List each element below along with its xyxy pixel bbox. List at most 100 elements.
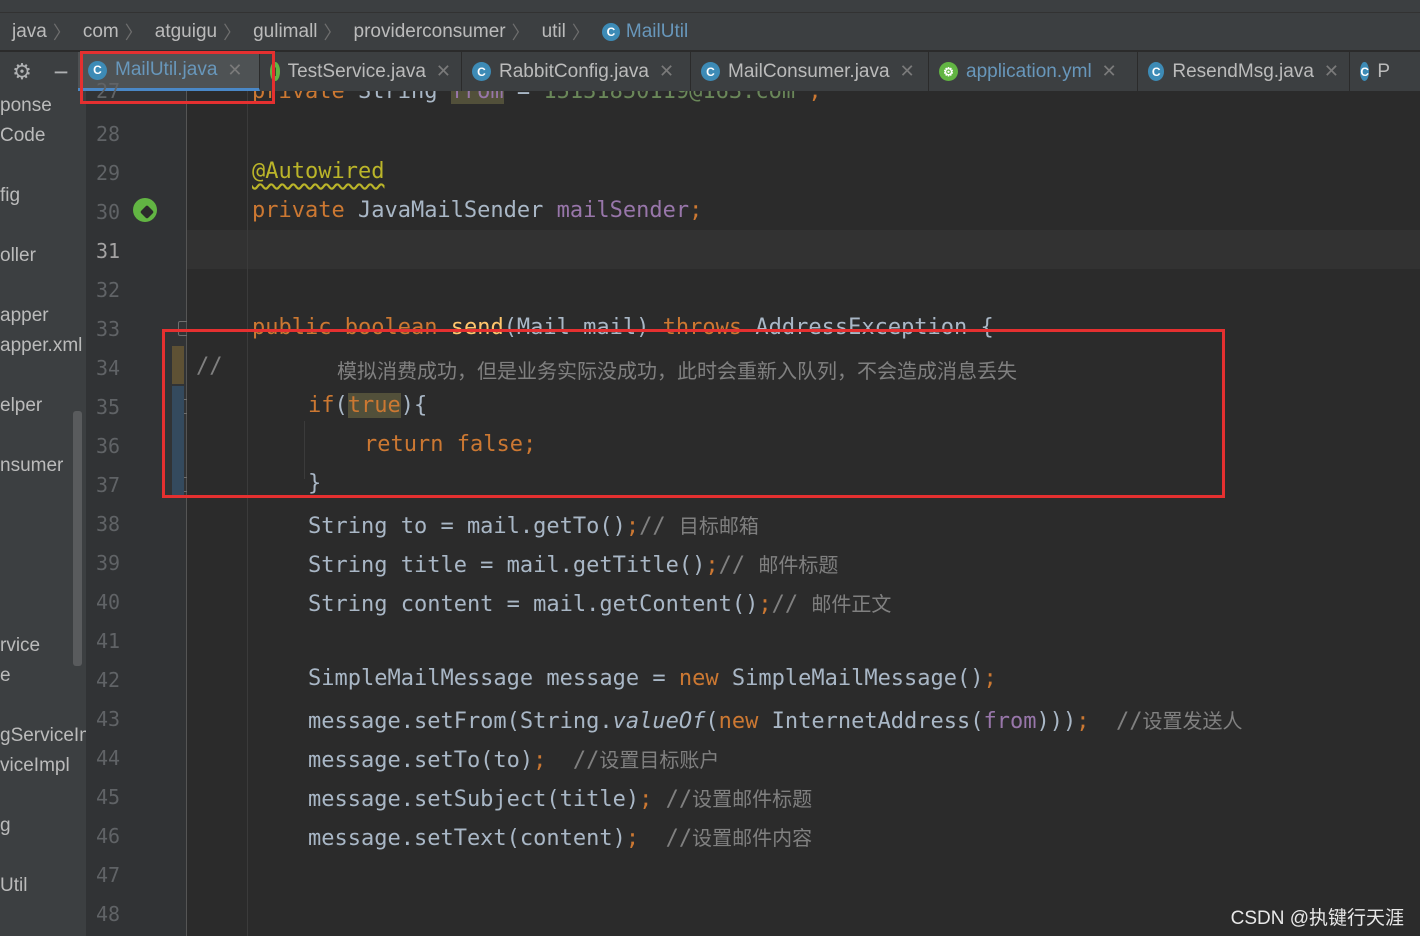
tree-item[interactable]: nsumer (0, 455, 63, 477)
breadcrumb-item[interactable]: java (0, 21, 53, 43)
close-icon[interactable]: ✕ (1102, 61, 1117, 82)
code-token: ; (625, 826, 640, 851)
comment-token: 设置目标账户 (599, 748, 720, 772)
code-token: mailSender (556, 198, 690, 223)
class-icon: C (701, 62, 720, 81)
tree-item[interactable]: g (0, 815, 11, 837)
comment-token: // (639, 826, 693, 851)
comment-token: 设置邮件标题 (692, 787, 813, 811)
code-editor[interactable]: private String from ="15131850119@163.co… (187, 91, 1420, 936)
tab-overflow[interactable]: C P (1350, 52, 1400, 91)
chevron-right-icon: 〉 (223, 22, 242, 43)
comment-token: // (546, 748, 600, 773)
tree-item[interactable]: Util (0, 875, 27, 897)
tree-item[interactable]: Code (0, 125, 45, 147)
project-tool-window: ponse Code fig oller apper apper.xml elp… (0, 91, 86, 936)
chevron-right-icon: 〉 (52, 22, 71, 43)
indent-guide (247, 91, 248, 936)
tab-label: RabbitConfig.java (499, 60, 649, 82)
tree-item[interactable]: apper (0, 305, 49, 327)
tree-item[interactable]: apper.xml (0, 335, 82, 357)
close-icon[interactable]: ✕ (1324, 61, 1339, 82)
tree-item[interactable]: viceImpl (0, 755, 70, 777)
tab-testservice[interactable]: I TestService.java ✕ (260, 52, 462, 91)
code-token: message.setTo(to) (308, 748, 534, 773)
comment-token: 邮件标题 (758, 553, 839, 577)
breadcrumb-item[interactable]: util (530, 21, 572, 43)
chevron-right-icon: 〉 (124, 22, 143, 43)
code-token: from (983, 709, 1037, 734)
tab-application-yml[interactable]: ⚙ application.yml ✕ (929, 52, 1138, 91)
yaml-config-icon: ⚙ (939, 62, 958, 81)
tree-item[interactable]: e (0, 665, 11, 687)
comment-token: // (771, 592, 812, 617)
line-number: 30 (96, 200, 121, 224)
breadcrumb-item[interactable]: providerconsumer (342, 21, 512, 43)
breadcrumb-label: java (12, 20, 47, 42)
project-scrollbar[interactable] (73, 411, 82, 666)
line-number: 48 (96, 902, 121, 926)
code-line-29: @Autowired (252, 159, 384, 184)
code-token: = (503, 91, 531, 104)
code-token: JavaMailSender (344, 198, 557, 223)
code-token: valueOf (612, 709, 706, 734)
breadcrumb-label: util (541, 20, 566, 42)
class-icon: C (1148, 62, 1165, 81)
line-number: 28 (96, 122, 121, 146)
code-token: ; (983, 666, 997, 691)
breadcrumb-item[interactable]: gulimall (241, 21, 323, 43)
close-icon[interactable]: ✕ (436, 61, 451, 82)
code-token: ; (758, 592, 772, 617)
tab-resendmsg[interactable]: C ResendMsg.java ✕ (1138, 52, 1350, 91)
line-number: 38 (96, 512, 121, 536)
close-icon[interactable]: ✕ (659, 61, 674, 82)
line-number: 42 (96, 668, 121, 692)
breadcrumb-label: gulimall (253, 20, 318, 42)
spring-bean-icon[interactable] (133, 198, 157, 222)
close-icon[interactable]: ✕ (900, 61, 915, 82)
tab-mailconsumer[interactable]: C MailConsumer.java ✕ (691, 52, 929, 91)
chevron-right-icon: 〉 (511, 22, 530, 43)
code-token: ; (1076, 709, 1090, 734)
code-line-42: SimpleMailMessage message = new SimpleMa… (308, 666, 997, 691)
line-number: 47 (96, 863, 121, 887)
chevron-right-icon: 〉 (323, 22, 342, 43)
comment-token: // (718, 553, 759, 578)
tab-label: TestService.java (287, 60, 426, 82)
breadcrumb-item[interactable]: com (71, 21, 125, 43)
code-token: String to = mail.getTo() (308, 514, 626, 539)
tree-item[interactable]: elper (0, 395, 42, 417)
line-number: 32 (96, 278, 121, 302)
comment-token: // (639, 514, 679, 539)
tab-label: P (1377, 60, 1390, 82)
tree-item[interactable]: gServiceIm (0, 725, 86, 747)
tree-item[interactable]: oller (0, 245, 36, 267)
annotation-token: @Autowired (252, 159, 385, 184)
line-number: 41 (96, 629, 121, 653)
chevron-right-icon: 〉 (571, 22, 590, 43)
breadcrumb-item[interactable]: atguigu (143, 21, 223, 43)
comment-token: // (1089, 709, 1143, 734)
code-token: message.setFrom(String. (308, 709, 613, 734)
class-icon: C (601, 22, 620, 41)
comment-token: 设置发送人 (1142, 709, 1243, 733)
tree-item[interactable]: fig (0, 185, 20, 207)
tab-label: ResendMsg.java (1172, 60, 1314, 82)
breadcrumb-label: providerconsumer (353, 20, 506, 42)
line-number: 43 (96, 707, 121, 731)
code-token: SimpleMailMessage message = (308, 666, 679, 691)
code-token: ; (689, 198, 703, 223)
code-line-40: String content = mail.getContent();// 邮件… (308, 588, 891, 617)
code-token: ; (533, 748, 547, 773)
gear-icon[interactable]: ⚙ (0, 59, 44, 85)
code-token: private (252, 198, 345, 223)
code-token: new (678, 666, 719, 691)
minus-icon[interactable]: − (44, 59, 78, 85)
tree-item[interactable]: ponse (0, 95, 52, 117)
tree-item[interactable]: rvice (0, 635, 40, 657)
tab-rabbitconfig[interactable]: C RabbitConfig.java ✕ (462, 52, 691, 91)
breadcrumb-current[interactable]: C MailUtil (590, 21, 694, 43)
code-line-44: message.setTo(to); //设置目标账户 (308, 744, 719, 773)
code-line-27: private String from ="15131850119@163.co… (252, 91, 822, 104)
code-token: ; (808, 91, 822, 104)
